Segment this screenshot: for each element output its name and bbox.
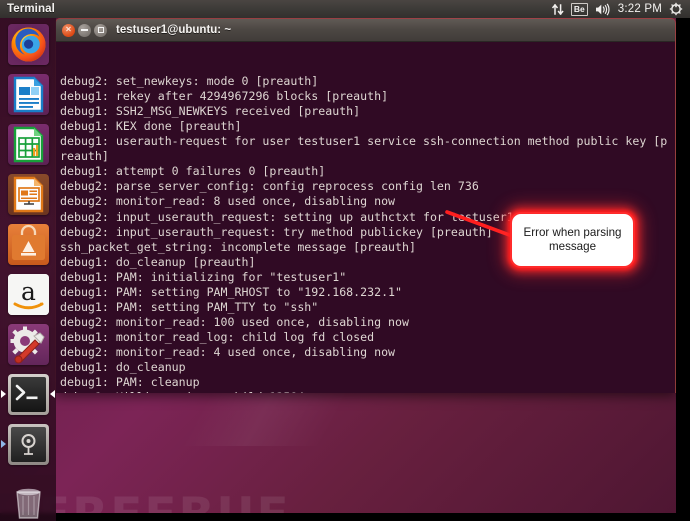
window-close-button[interactable]: × <box>62 23 75 37</box>
terminal-log-line: debug2: set_newkeys: mode 0 [preauth] <box>60 74 319 89</box>
trash-icon <box>8 482 49 521</box>
terminal-log-line: debug2: monitor_read: 100 used once, dis… <box>60 314 410 329</box>
launcher-item-libreoffice-writer[interactable] <box>0 69 56 119</box>
terminal-log-line: debug1: monitor_read_log: child log fd c… <box>60 329 375 344</box>
amazon-icon: a <box>7 273 49 315</box>
keyboard-layout-label: Be <box>570 2 588 16</box>
terminal-log-line: debug1: KEX done [preauth] <box>60 119 242 134</box>
desktop-screen: FREEBUF Terminal Be 3:22 PM a × testuser… <box>0 0 690 521</box>
top-panel: Terminal Be 3:22 PM <box>0 0 690 18</box>
terminal-log-line: debug1: PAM: setting PAM_RHOST to "192.1… <box>60 284 403 299</box>
clock-indicator[interactable]: 3:22 PM <box>618 0 662 18</box>
launcher-item-amazon[interactable]: a <box>0 269 56 319</box>
maximize-icon <box>97 27 104 33</box>
launcher-item-terminal[interactable] <box>0 369 56 419</box>
launcher-item-ubuntu-software[interactable] <box>0 219 56 269</box>
libreoffice-writer-icon <box>7 73 49 115</box>
launcher-running-arrow-left-files <box>1 440 6 448</box>
panel-indicator-area: Be 3:22 PM <box>551 0 690 18</box>
terminal-log-line: debug1: SSH2_MSG_NEWKEYS received [preau… <box>60 104 361 119</box>
terminal-title-bar[interactable]: × testuser1@ubuntu: ~ <box>56 19 675 42</box>
files-safe-icon <box>7 423 49 465</box>
libreoffice-calc-icon <box>7 123 49 165</box>
volume-speaker-icon <box>595 3 610 15</box>
window-minimize-button[interactable] <box>78 23 91 37</box>
network-indicator[interactable] <box>551 0 564 18</box>
window-maximize-button[interactable] <box>94 23 107 37</box>
launcher-item-files-safe[interactable] <box>0 419 56 469</box>
launcher-running-arrow-left <box>1 390 6 398</box>
terminal-window-title: testuser1@ubuntu: ~ <box>116 24 232 36</box>
terminal-icon <box>7 373 49 415</box>
keyboard-layout-indicator[interactable]: Be <box>570 0 588 18</box>
unity-launcher: a <box>0 18 56 521</box>
terminal-log-line: debug1: do_cleanup <box>60 359 186 374</box>
panel-app-title[interactable]: Terminal <box>7 3 55 15</box>
launcher-item-libreoffice-calc[interactable] <box>0 119 56 169</box>
terminal-log-line: debug1: PAM: cleanup <box>60 375 200 390</box>
terminal-log-line: debug1: PAM: initializing for "testuser1… <box>60 269 347 284</box>
clock-label: 3:22 PM <box>617 3 662 15</box>
launcher-focused-arrow-right <box>50 390 55 398</box>
volume-indicator[interactable] <box>595 0 611 18</box>
terminal-log-line: debug2: monitor_read: 8 used once, disab… <box>60 194 396 209</box>
terminal-window[interactable]: × testuser1@ubuntu: ~ debug2: set_newkey… <box>55 18 676 393</box>
system-power-gear-icon <box>669 2 683 16</box>
screen-edge-right <box>676 18 690 521</box>
launcher-item-libreoffice-impress[interactable] <box>0 169 56 219</box>
system-settings-icon <box>7 323 49 365</box>
terminal-log-line: debug1: userauth-request for user testus… <box>60 134 668 164</box>
terminal-log-line: debug1: PAM: setting PAM_TTY to "ssh" <box>60 299 319 314</box>
launcher-item-trash[interactable] <box>0 477 56 521</box>
terminal-log-line: debug1: attempt 0 failures 0 [preauth] <box>60 164 326 179</box>
libreoffice-impress-icon <box>7 173 49 215</box>
firefox-icon <box>7 23 49 65</box>
close-icon: × <box>65 24 72 34</box>
network-up-down-icon <box>551 3 564 15</box>
launcher-item-firefox[interactable] <box>0 19 56 69</box>
svg-text:a: a <box>21 277 36 306</box>
terminal-log-line: debug2: monitor_read: 4 used once, disab… <box>60 344 396 359</box>
annotation-callout: Error when parsing message <box>510 212 635 268</box>
ubuntu-software-icon <box>7 223 49 265</box>
session-indicator[interactable] <box>669 0 683 18</box>
screen-edge-bottom <box>0 513 690 521</box>
terminal-log-line: debug2: parse_server_config: config repr… <box>60 179 479 194</box>
terminal-log-line: debug1: rekey after 4294967296 blocks [p… <box>60 89 389 104</box>
minimize-icon <box>81 29 88 31</box>
launcher-item-system-settings[interactable] <box>0 319 56 369</box>
annotation-callout-text: Error when parsing message <box>523 226 622 253</box>
terminal-log-line: debug1: Killing privsep child 13584 <box>60 390 672 393</box>
